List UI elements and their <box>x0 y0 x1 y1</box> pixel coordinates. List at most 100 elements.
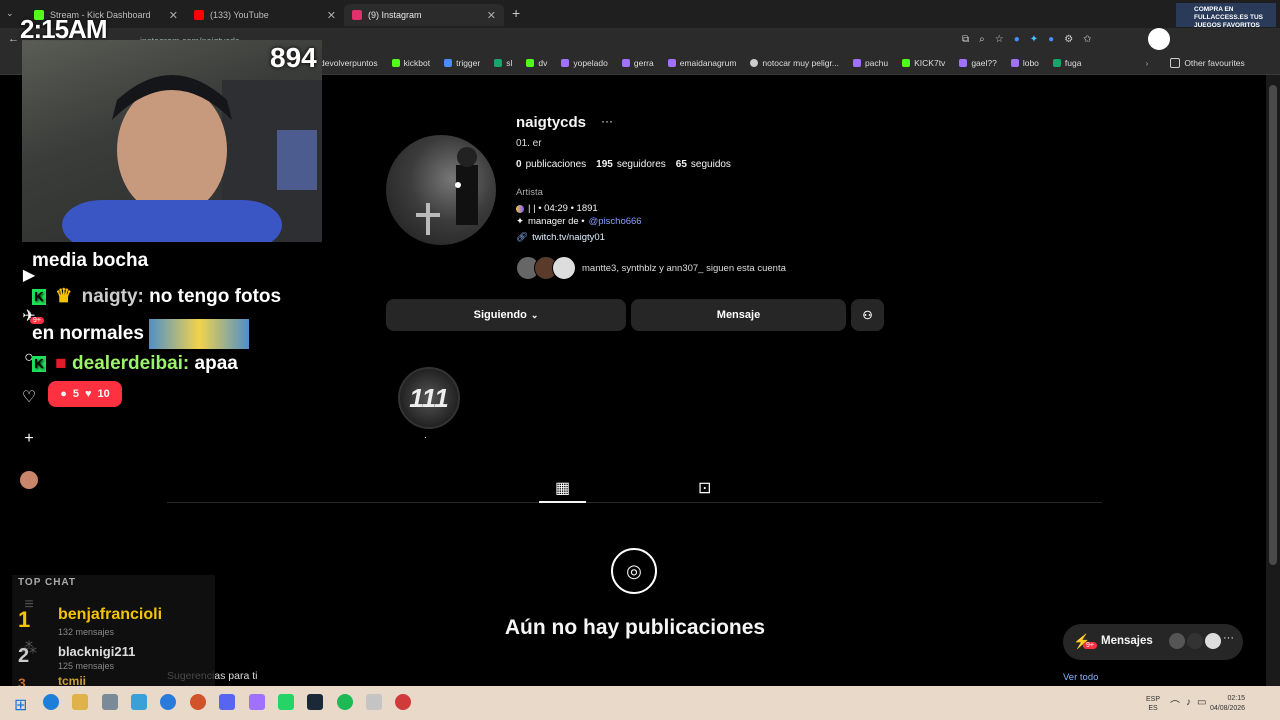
tagged-icon[interactable]: ⊡ <box>698 478 711 498</box>
language-indicator[interactable]: ESP ES <box>1146 695 1160 713</box>
scrollbar-thumb[interactable] <box>1269 85 1277 565</box>
like-count: 10 <box>97 388 110 400</box>
promo-text: COMPRA EN FULLACCESS.ES TUS JUEGOS FAVOR… <box>1194 6 1263 29</box>
app-icon[interactable] <box>160 694 176 710</box>
extension-icon[interactable]: ✦ <box>1030 34 1038 45</box>
app-icon[interactable] <box>190 694 206 710</box>
extensions-puzzle-icon[interactable]: ⚙ <box>1064 34 1073 45</box>
page-scrollbar[interactable] <box>1266 75 1280 686</box>
bookmark-item[interactable]: gael?? <box>959 58 997 68</box>
promo-banner: COMPRA EN FULLACCESS.ES TUS JUEGOS FAVOR… <box>1176 3 1276 29</box>
close-tab-icon[interactable]: ✕ <box>487 9 496 22</box>
bookmark-label: fuga <box>1064 58 1082 68</box>
bookmark-item[interactable]: trigger <box>444 58 480 68</box>
taskbar-time: 02:15 <box>1227 695 1246 702</box>
bookmark-item[interactable]: dv <box>526 58 547 68</box>
youtube-favicon-icon <box>194 10 204 20</box>
extension-icon[interactable]: ● <box>1014 34 1020 45</box>
instagram-favicon-icon <box>352 10 362 20</box>
app-icon[interactable] <box>249 694 265 710</box>
new-tab-button[interactable]: + <box>512 5 520 21</box>
bookmark-star-icon[interactable]: ☆ <box>995 34 1004 45</box>
bookmark-label: gael?? <box>971 58 997 68</box>
story-highlight[interactable]: 111 <box>398 367 460 429</box>
bookmark-icon <box>494 59 503 67</box>
file-explorer-icon[interactable] <box>72 694 88 710</box>
wifi-icon[interactable]: ⌒ <box>1170 697 1180 712</box>
discord-icon[interactable] <box>219 694 235 710</box>
conversation-avatar <box>1169 633 1185 649</box>
whatsapp-icon[interactable] <box>278 694 294 710</box>
bookmark-item[interactable]: yopelado <box>561 58 608 68</box>
steam-icon[interactable] <box>307 694 323 710</box>
messages-label: Mensajes <box>1101 635 1153 647</box>
tabs-divider <box>167 502 1102 503</box>
bookmark-label: emaidanagrum <box>679 58 737 68</box>
app-icon[interactable] <box>366 694 382 710</box>
taskbar-clock[interactable]: 02:15 04/08/2026 <box>1210 694 1245 714</box>
spotify-icon[interactable] <box>337 694 353 710</box>
bookmark-label: devolverpuntos <box>320 58 378 68</box>
followers-label[interactable]: seguidores <box>617 159 666 170</box>
profile-picture[interactable] <box>386 135 496 245</box>
bookmark-item[interactable]: notocar muy peligr... <box>750 58 839 68</box>
bookmark-label: kickbot <box>403 58 431 68</box>
suggest-user-button[interactable]: ⚇ <box>851 299 884 331</box>
create-plus-icon[interactable]: + <box>20 430 38 448</box>
bookmark-item[interactable]: kickbot <box>391 58 431 68</box>
tab-title: (133) YouTube <box>210 10 269 20</box>
battery-icon[interactable]: ▭ <box>1197 697 1206 712</box>
profile-options-icon[interactable]: ··· <box>601 114 613 128</box>
tab-list-chevron-icon[interactable]: ⌄ <box>6 8 14 19</box>
tab-instagram[interactable]: (9) Instagram ✕ <box>344 4 504 26</box>
messages-pill[interactable]: ⚡ 9+ Mensajes ··· <box>1063 624 1243 660</box>
close-tab-icon[interactable]: ✕ <box>327 9 336 22</box>
app-icon[interactable] <box>395 694 411 710</box>
crown-badge-icon: ♛ <box>55 286 73 307</box>
install-app-icon[interactable]: ⧉ <box>962 34 969 45</box>
bookmark-label: pachu <box>864 58 889 68</box>
profile-link[interactable]: 🔗︎ twitch.tv/naigty01 <box>516 232 605 243</box>
volume-icon[interactable]: ♪ <box>1186 697 1191 712</box>
favorites-icon[interactable]: ✩ <box>1083 34 1091 45</box>
posts-count: 0 <box>516 159 522 170</box>
profile-avatar-icon[interactable] <box>20 471 38 489</box>
tab-youtube[interactable]: (133) YouTube ✕ <box>186 4 344 26</box>
app-icon[interactable] <box>131 694 147 710</box>
chat-text: media bocha <box>32 250 149 271</box>
bookmark-item[interactable]: lobo <box>1010 58 1039 68</box>
close-tab-icon[interactable]: ✕ <box>169 9 178 22</box>
bookmark-item[interactable]: sl <box>494 58 512 68</box>
followers-count[interactable]: 195 <box>596 159 613 170</box>
extension-icon[interactable]: ● <box>1048 34 1054 45</box>
bookmarks-overflow-icon[interactable]: › <box>1145 58 1148 68</box>
following-label[interactable]: seguidos <box>691 159 731 170</box>
bookmark-item[interactable]: emaidanagrum <box>667 58 737 68</box>
following-count[interactable]: 65 <box>676 159 687 170</box>
chat-message: en normales <box>32 319 250 349</box>
steam-logo-icon <box>1148 28 1170 50</box>
bookmark-item[interactable]: gerra <box>621 58 654 68</box>
following-button[interactable]: Siguiendo ⌄ <box>386 299 626 331</box>
zoom-icon[interactable]: ⌕ <box>979 34 985 45</box>
see-all-link[interactable]: Ver todo <box>1063 672 1098 683</box>
notifications-heart-icon[interactable]: ♡ <box>20 389 38 407</box>
taskbar-date: 04/08/2026 <box>1210 705 1246 712</box>
bio-mention-link[interactable]: @pischo666 <box>589 216 642 227</box>
edge-icon[interactable] <box>43 694 59 710</box>
profile-link-text[interactable]: twitch.tv/naigty01 <box>532 232 605 243</box>
settings-icon[interactable] <box>102 694 118 710</box>
bookmark-item[interactable]: devolverpuntos <box>320 58 378 68</box>
feather-icon <box>1010 59 1019 67</box>
bookmark-item[interactable]: fuga <box>1052 58 1082 68</box>
message-button[interactable]: Mensaje <box>631 299 846 331</box>
followed-by[interactable]: mantte3, synthblz y ann307_ siguen esta … <box>516 256 786 280</box>
other-favourites[interactable]: Other favourites <box>1170 58 1245 68</box>
posts-grid-icon[interactable]: ▦ <box>555 478 570 498</box>
top-chatter-count: 132 mensajes <box>58 627 115 637</box>
windows-start-icon[interactable]: ⊞ <box>14 695 27 715</box>
back-icon[interactable]: ← <box>8 33 19 45</box>
bookmark-item[interactable]: pachu <box>852 58 889 68</box>
bookmark-item[interactable]: KICK7tv <box>902 58 945 68</box>
bookmark-label: yopelado <box>573 58 608 68</box>
